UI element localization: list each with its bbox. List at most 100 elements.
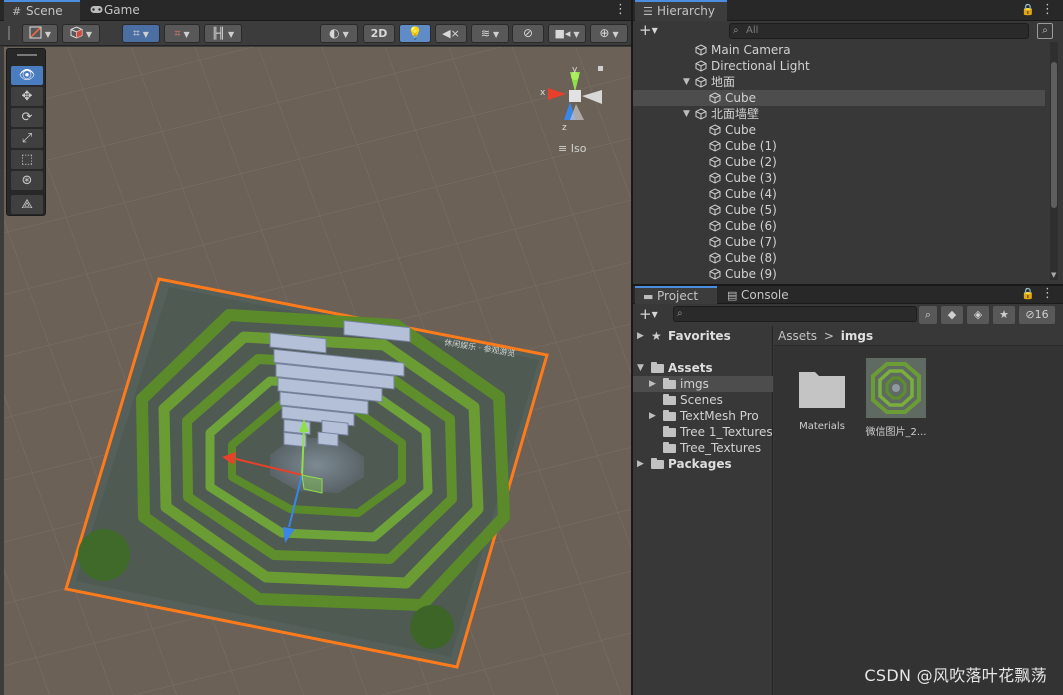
favorites-filter-button[interactable]: ★ <box>993 306 1015 324</box>
hierarchy-item-label: Cube (8) <box>725 251 777 265</box>
render-mode-button[interactable]: ▼ <box>62 24 100 43</box>
rect-tool-button[interactable]: ⬚ <box>11 150 43 169</box>
folder-tree-item[interactable]: Scenes <box>633 392 773 408</box>
gameobject-icon <box>709 124 721 136</box>
hierarchy-item[interactable]: Cube (1) <box>633 138 1045 154</box>
projection-label[interactable]: ≡ Iso <box>558 142 586 155</box>
tab-console[interactable]: ▤ Console <box>719 286 807 304</box>
hierarchy-item[interactable]: Cube (6) <box>633 218 1045 234</box>
view-tool-button[interactable]: 👁 <box>11 66 43 85</box>
create-button[interactable]: +▼ <box>639 21 658 39</box>
folder-tree-item[interactable]: ▶ TextMesh Pro <box>633 408 773 424</box>
chevron-right-icon[interactable]: ▶ <box>649 408 656 424</box>
hierarchy-item[interactable]: Cube (4) <box>633 186 1045 202</box>
tab-hierarchy[interactable]: ☰ Hierarchy <box>635 0 727 21</box>
breadcrumb-root[interactable]: Assets <box>778 329 817 343</box>
folder-tree-item[interactable]: Tree 1_Textures <box>633 424 773 440</box>
hierarchy-item[interactable]: ▼ 地面 <box>633 74 1045 90</box>
gizmo-x-cone[interactable] <box>548 88 566 100</box>
hierarchy-item[interactable]: Cube <box>633 90 1045 106</box>
search-filter-button[interactable]: ⌕ <box>919 306 937 324</box>
chevron-down-icon[interactable]: ▼ <box>683 106 690 122</box>
increment-snap-button[interactable]: ⌗ ▼ <box>164 24 200 43</box>
hierarchy-item[interactable]: Cube (8) <box>633 250 1045 266</box>
folder-tree-item[interactable]: ▶ Packages <box>633 456 773 472</box>
grid-snap-button[interactable]: ⌗ ▼ <box>122 24 160 43</box>
hierarchy-item[interactable]: Cube (2) <box>633 154 1045 170</box>
hierarchy-scrollbar[interactable] <box>1050 42 1058 280</box>
scene-visibility-icon[interactable]: ⌕ <box>1037 23 1053 39</box>
folder-tree-item[interactable]: ▶ imgs <box>633 376 773 392</box>
chevron-down-icon[interactable]: ▼ <box>637 360 644 376</box>
scale-tool-button[interactable]: ⤢ <box>11 129 43 148</box>
gizmo-neg-x-cone[interactable] <box>582 90 602 104</box>
folder-icon <box>663 378 676 389</box>
gizmo-lock-icon[interactable] <box>598 66 603 71</box>
hierarchy-item[interactable]: Cube (3) <box>633 170 1045 186</box>
chevron-right-icon[interactable]: ▶ <box>637 456 644 472</box>
project-create-button[interactable]: +▼ <box>639 305 658 323</box>
lock-icon[interactable]: 🔒 <box>1021 3 1035 16</box>
chevron-down-icon[interactable]: ▼ <box>683 74 690 90</box>
custom-tool-button[interactable]: ⟁ <box>11 195 43 214</box>
visibility-toggle-button[interactable]: ⊘ <box>512 24 544 43</box>
hierarchy-item[interactable]: Cube <box>633 122 1045 138</box>
hierarchy-item[interactable]: Directional Light <box>633 58 1045 74</box>
hierarchy-item[interactable]: Main Camera <box>633 42 1045 58</box>
gizmo-x-label: x <box>540 88 546 98</box>
gizmos-button[interactable]: ⊕ ▼ <box>590 24 628 43</box>
orientation-gizmo[interactable]: x y z <box>536 64 606 138</box>
palette-grip[interactable] <box>17 54 37 56</box>
hidden-packages-button[interactable]: ⊘16 <box>1019 306 1055 324</box>
shading-mode-button[interactable]: ◐ ▼ <box>320 24 358 43</box>
gameobject-icon <box>709 204 721 216</box>
hierarchy-item[interactable]: ▼ 北面墙壁 <box>633 106 1045 122</box>
project-search-input[interactable]: ⌕ <box>673 306 917 322</box>
hierarchy-more-icon[interactable]: ⋮ <box>1041 3 1054 17</box>
lighting-toggle-button[interactable]: 💡 <box>399 24 431 43</box>
lock-icon[interactable]: 🔒 <box>1021 287 1035 300</box>
audio-toggle-button[interactable]: ◀× <box>435 24 467 43</box>
ruler-button[interactable]: ╟╢ ▼ <box>204 24 242 43</box>
hierarchy-item[interactable]: Cube (7) <box>633 234 1045 250</box>
gizmo-center-cube[interactable] <box>569 90 581 102</box>
2d-toggle-button[interactable]: 2D <box>363 24 395 43</box>
move-tool-button[interactable]: ✥ <box>11 87 43 106</box>
hierarchy-item-label: Cube (5) <box>725 203 777 217</box>
filter-by-type-button[interactable]: ◆ <box>941 306 963 324</box>
scroll-down-icon[interactable]: ▼ <box>1051 271 1056 279</box>
tab-project[interactable]: ▬ Project <box>635 286 717 304</box>
draw-mode-button[interactable]: ▼ <box>22 24 58 43</box>
asset-materials-folder[interactable]: Materials <box>782 366 862 432</box>
transform-tool-button[interactable]: ⊛ <box>11 171 43 190</box>
scrollbar-thumb[interactable] <box>1051 62 1057 208</box>
breadcrumb-current[interactable]: imgs <box>841 329 873 343</box>
console-icon: ▤ <box>727 289 738 302</box>
folder-tree-item[interactable]: ▶ ★ Favorites <box>633 328 773 344</box>
hierarchy-item[interactable]: Cube (9) <box>633 266 1045 282</box>
chevron-right-icon[interactable]: ▶ <box>637 328 644 344</box>
folder-tree-label: Tree 1_Textures <box>680 425 773 439</box>
hierarchy-item[interactable]: Cube (5) <box>633 202 1045 218</box>
folder-tree-item[interactable]: Tree_Textures <box>633 440 773 456</box>
scene-viewport[interactable]: 休闲娱乐 · 参观游览 <box>4 47 631 695</box>
scene-more-icon[interactable]: ⋮ <box>614 3 627 17</box>
asset-maze-image[interactable]: 微信图片_2... <box>856 358 936 438</box>
hierarchy-item-label: 地面 <box>711 75 736 89</box>
folder-tree-label: imgs <box>680 377 709 391</box>
wall-cube[interactable] <box>317 431 339 447</box>
project-asset-grid: Assets > imgs Materials 微信图片_2... <box>774 326 1063 695</box>
gizmo-y-label: y <box>572 65 578 75</box>
tab-scene[interactable]: # Scene <box>4 0 80 21</box>
project-more-icon[interactable]: ⋮ <box>1041 287 1054 301</box>
scene-canvas: 休闲娱乐 · 参观游览 <box>4 47 631 695</box>
tab-game[interactable]: Game <box>82 0 152 21</box>
camera-settings-button[interactable]: ■◂ ▼ <box>548 24 586 43</box>
folder-tree-item[interactable]: ▼ Assets <box>633 360 773 376</box>
filter-by-label-button[interactable]: ◈ <box>967 306 989 324</box>
rotate-tool-button[interactable]: ⟳ <box>11 108 43 127</box>
sphere-icon: ◐ <box>329 26 340 40</box>
chevron-right-icon[interactable]: ▶ <box>649 376 656 392</box>
hierarchy-search-input[interactable]: ⌕ All <box>729 23 1029 39</box>
effects-button[interactable]: ≋ ▼ <box>471 24 509 43</box>
